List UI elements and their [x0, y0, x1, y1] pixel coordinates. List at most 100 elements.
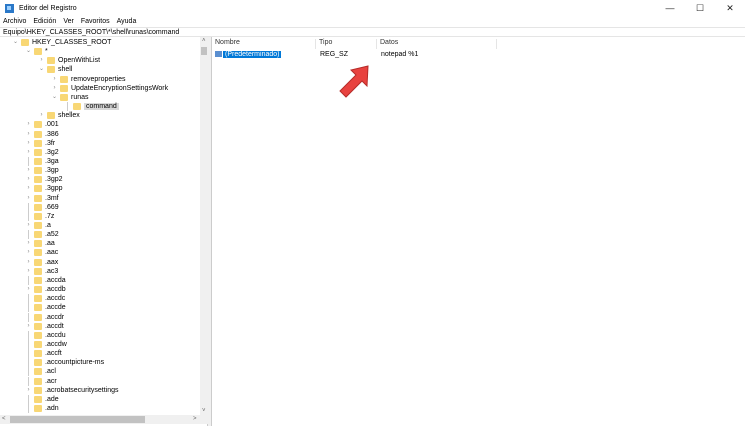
tree-item[interactable]: › .a — [25, 221, 51, 230]
red-pointer-arrow-icon — [339, 65, 369, 98]
chevron-right-icon[interactable]: › — [25, 184, 32, 193]
tree-line — [28, 394, 29, 404]
chevron-down-icon[interactable]: ⌄ — [12, 38, 19, 47]
column-header-tipo[interactable]: Tipo — [316, 39, 377, 49]
chevron-down-icon[interactable]: ⌄ — [38, 65, 45, 74]
tree-item-label: shellex — [58, 112, 80, 120]
address-bar[interactable]: Equipo\HKEY_CLASSES_ROOT\*\shell\runas\c… — [0, 27, 745, 37]
menu-favoritos[interactable]: Favoritos — [81, 18, 110, 25]
chevron-down-icon[interactable]: ⌄ — [51, 93, 58, 102]
chevron-right-icon[interactable]: › — [25, 322, 32, 331]
tree-item[interactable]: .accdw — [25, 339, 67, 349]
column-header-nombre[interactable]: Nombre — [212, 39, 316, 49]
tree-item-label: removeproperties — [71, 75, 126, 83]
chevron-right-icon[interactable]: › — [25, 120, 32, 129]
tree-item[interactable]: › .001 — [25, 120, 59, 129]
tree-item[interactable]: › .3gp — [25, 166, 59, 175]
tree-item[interactable]: ⌄ * — [25, 47, 48, 56]
tree-item[interactable]: › .accdb — [25, 285, 66, 294]
tree-item[interactable]: › removeproperties — [51, 75, 125, 84]
chevron-right-icon[interactable]: › — [25, 130, 32, 139]
menu-archivo[interactable]: Archivo — [3, 18, 26, 25]
folder-icon — [34, 185, 42, 193]
tree-horizontal-scrollbar[interactable]: < > — [0, 415, 208, 424]
scroll-up-icon[interactable]: ˄ — [202, 38, 206, 44]
tree-item[interactable]: › .aa — [25, 239, 55, 248]
scroll-down-icon[interactable]: ˅ — [202, 408, 206, 414]
tree-line — [28, 230, 29, 240]
tree-item[interactable]: › UpdateEncryptionSettingsWork — [51, 84, 168, 93]
tree-item[interactable]: .adn — [25, 404, 59, 413]
chevron-down-icon[interactable]: ⌄ — [25, 47, 32, 56]
chevron-right-icon[interactable]: › — [25, 194, 32, 203]
chevron-right-icon[interactable]: › — [25, 258, 32, 267]
menu-ver[interactable]: Ver — [63, 18, 74, 25]
tree-item[interactable]: › .3gpp — [25, 184, 63, 193]
chevron-right-icon[interactable]: › — [25, 267, 32, 276]
tree-item[interactable]: .accde — [25, 303, 66, 313]
tree-item[interactable]: › .aax — [25, 258, 58, 267]
scroll-right-icon[interactable]: > — [193, 416, 197, 422]
tree-item[interactable]: › .acrobatsecuritysettings — [25, 386, 119, 395]
tree-item[interactable]: › .3mf — [25, 194, 59, 203]
folder-icon — [34, 405, 42, 412]
tree-item[interactable]: .accdu — [25, 330, 66, 340]
minimize-button[interactable]: — — [655, 0, 685, 16]
chevron-right-icon[interactable]: › — [25, 139, 32, 148]
folder-icon — [34, 386, 42, 394]
chevron-right-icon[interactable]: › — [25, 166, 32, 175]
scroll-thumb[interactable] — [10, 416, 145, 423]
tree-item[interactable]: › .3fr — [25, 139, 55, 148]
tree-vertical-scrollbar[interactable]: ˄ ˅ — [200, 37, 208, 415]
tree-item[interactable]: .accdr — [25, 312, 64, 322]
tree-item[interactable]: .accdc — [25, 294, 65, 304]
chevron-right-icon[interactable]: › — [25, 386, 32, 395]
chevron-right-icon[interactable]: › — [38, 111, 45, 120]
tree-item[interactable]: .7z — [25, 211, 54, 221]
chevron-right-icon[interactable]: › — [25, 285, 32, 294]
tree-item[interactable]: › shellex — [38, 111, 80, 120]
tree-item[interactable]: .a52 — [25, 230, 59, 240]
menu-ayuda[interactable]: Ayuda — [117, 18, 137, 25]
tree-item[interactable]: .accountpicture-ms — [25, 358, 104, 368]
value-row-type: REG_SZ — [320, 51, 349, 58]
tree-item[interactable]: ⌄ runas — [51, 93, 89, 102]
tree-item[interactable]: › .3gp2 — [25, 175, 63, 184]
folder-icon — [34, 249, 42, 257]
scroll-left-icon[interactable]: < — [2, 416, 6, 422]
close-button[interactable]: ✕ — [715, 0, 745, 16]
tree-item[interactable]: › .accdt — [25, 322, 64, 331]
chevron-right-icon[interactable]: › — [25, 248, 32, 257]
tree-item[interactable]: .acr — [25, 376, 57, 386]
tree-item[interactable]: .3ga — [25, 156, 59, 166]
column-header-datos[interactable]: Datos — [377, 39, 497, 49]
menu-edicion[interactable]: Edición — [33, 18, 56, 25]
tree-item-label: .accdu — [45, 331, 66, 339]
tree-item[interactable]: command — [64, 102, 119, 112]
tree-item[interactable]: › .aac — [25, 248, 58, 257]
chevron-right-icon[interactable]: › — [25, 148, 32, 157]
registry-tree[interactable]: ⌄ HKEY_CLASSES_ROOT ⌄ * › OpenWithList ⌄ shell ›… — [0, 37, 208, 426]
chevron-right-icon[interactable]: › — [25, 175, 32, 184]
chevron-right-icon[interactable]: › — [25, 239, 32, 248]
tree-item[interactable]: .669 — [25, 202, 59, 212]
value-row-name[interactable]: (Predeterminado) — [215, 50, 283, 59]
maximize-button[interactable]: ☐ — [685, 0, 715, 16]
tree-item[interactable]: › OpenWithList — [38, 56, 100, 65]
tree-item[interactable]: › .ac3 — [25, 267, 58, 276]
tree-item[interactable]: › .3g2 — [25, 148, 59, 157]
chevron-right-icon[interactable]: › — [51, 75, 58, 84]
scroll-thumb[interactable] — [201, 47, 207, 55]
tree-item[interactable]: .acl — [25, 367, 56, 377]
chevron-right-icon[interactable]: › — [38, 56, 45, 65]
tree-item[interactable]: .accda — [25, 275, 66, 285]
chevron-right-icon[interactable]: › — [25, 221, 32, 230]
tree-item[interactable]: ⌄ HKEY_CLASSES_ROOT — [12, 38, 111, 47]
chevron-right-icon[interactable]: › — [51, 84, 58, 93]
tree-item-label: .adn — [45, 405, 59, 412]
tree-item[interactable]: .ade — [25, 394, 59, 404]
tree-item[interactable]: .accft — [25, 349, 62, 359]
folder-icon — [60, 75, 68, 83]
tree-item[interactable]: › .386 — [25, 130, 59, 139]
tree-item[interactable]: ⌄ shell — [38, 65, 72, 74]
